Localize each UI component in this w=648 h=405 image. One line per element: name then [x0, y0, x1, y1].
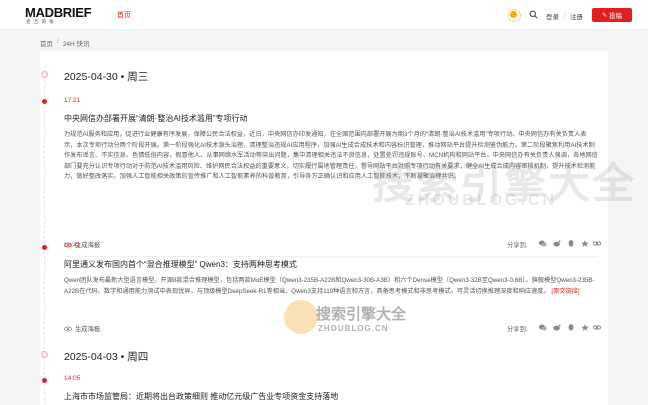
news-time: 14:05 — [64, 375, 81, 382]
news-time: 13:42 — [64, 242, 81, 249]
top-header: MADBRIEF 麦 吉 简 报 首页 登录 | 注册 ✎ 投稿 — [0, 0, 648, 30]
watermark-logo-icon — [284, 300, 318, 334]
qzone-icon[interactable] — [581, 240, 589, 247]
watermark-small-text: 搜索引擎大全 — [316, 306, 407, 323]
share-label: 分享到: — [507, 326, 528, 333]
news-divider — [64, 256, 598, 257]
theme-toggle-sun-icon[interactable] — [508, 9, 521, 22]
eye-icon — [64, 326, 72, 331]
wechat-icon[interactable] — [539, 240, 547, 247]
watermark-small-url: ZHOUBLOG.CN — [318, 324, 389, 333]
original-link[interactable]: [原文链接] — [551, 288, 579, 295]
watermark-url: ZHOUBLOG.CN — [405, 192, 558, 209]
breadcrumb-home[interactable]: 首页 — [40, 38, 53, 48]
link-icon[interactable] — [593, 324, 601, 331]
news-item-dot — [42, 378, 47, 383]
breadcrumb: 首页 / 24H 快讯 — [40, 38, 90, 48]
qq-icon[interactable] — [567, 324, 575, 331]
weibo-icon[interactable] — [553, 324, 561, 331]
qzone-icon[interactable] — [581, 324, 589, 331]
search-icon[interactable] — [529, 10, 538, 19]
news-title[interactable]: 中央网信办部署开展“清朗·整治AI技术滥用”专项行动 — [64, 113, 248, 124]
news-footer: 生成海报 分享到: — [64, 240, 601, 250]
logo-subtitle: 麦 吉 简 报 — [26, 19, 55, 24]
contribute-button[interactable]: ✎ 投稿 — [592, 8, 632, 22]
news-body-text: Qwen团队发布最新大型语言模型。开源8款混合推理模型，包括两款MoE模型（Qw… — [64, 277, 595, 295]
poster-button[interactable]: 生成海报 — [64, 324, 100, 333]
weibo-icon[interactable] — [553, 240, 561, 247]
contribute-label: 投稿 — [609, 13, 623, 20]
header-separator: | — [564, 11, 566, 18]
wechat-icon[interactable] — [539, 324, 547, 331]
site-logo[interactable]: MADBRIEF 麦 吉 简 报 — [25, 6, 105, 24]
nav-home-link[interactable]: 首页 — [117, 10, 131, 20]
breadcrumb-current: 24H 快讯 — [62, 41, 90, 48]
date-heading: 2025-04-03 • 周四 — [64, 351, 149, 363]
news-item-dot — [42, 99, 47, 104]
share-label: 分享到: — [507, 242, 528, 249]
logo-text: MADBRIEF — [25, 5, 92, 20]
news-title[interactable]: 上海市市场监管局：近期将出台政策细则 推动亿元级广告业专项资金支持落地 — [64, 391, 338, 402]
news-item-dot — [42, 245, 47, 250]
news-body: Qwen团队发布最新大型语言模型。开源8款混合推理模型，包括两款MoE模型（Qw… — [64, 276, 598, 297]
register-link[interactable]: 注册 — [570, 11, 583, 21]
news-time: 17:21 — [64, 97, 81, 104]
poster-label: 生成海报 — [75, 326, 101, 333]
date-marker — [41, 351, 48, 358]
login-link[interactable]: 登录 — [546, 11, 559, 21]
pen-icon: ✎ — [601, 12, 608, 19]
date-marker — [41, 71, 48, 78]
news-title[interactable]: 阿里通义发布国内首个“混合推理模型” Qwen3：支持两种思考模式 — [64, 259, 297, 270]
date-heading: 2025-04-30 • 周三 — [64, 71, 149, 83]
logo-wordmark: MADBRIEF — [25, 5, 92, 20]
link-icon[interactable] — [593, 240, 601, 247]
qq-icon[interactable] — [567, 240, 575, 247]
breadcrumb-separator: / — [57, 38, 59, 45]
